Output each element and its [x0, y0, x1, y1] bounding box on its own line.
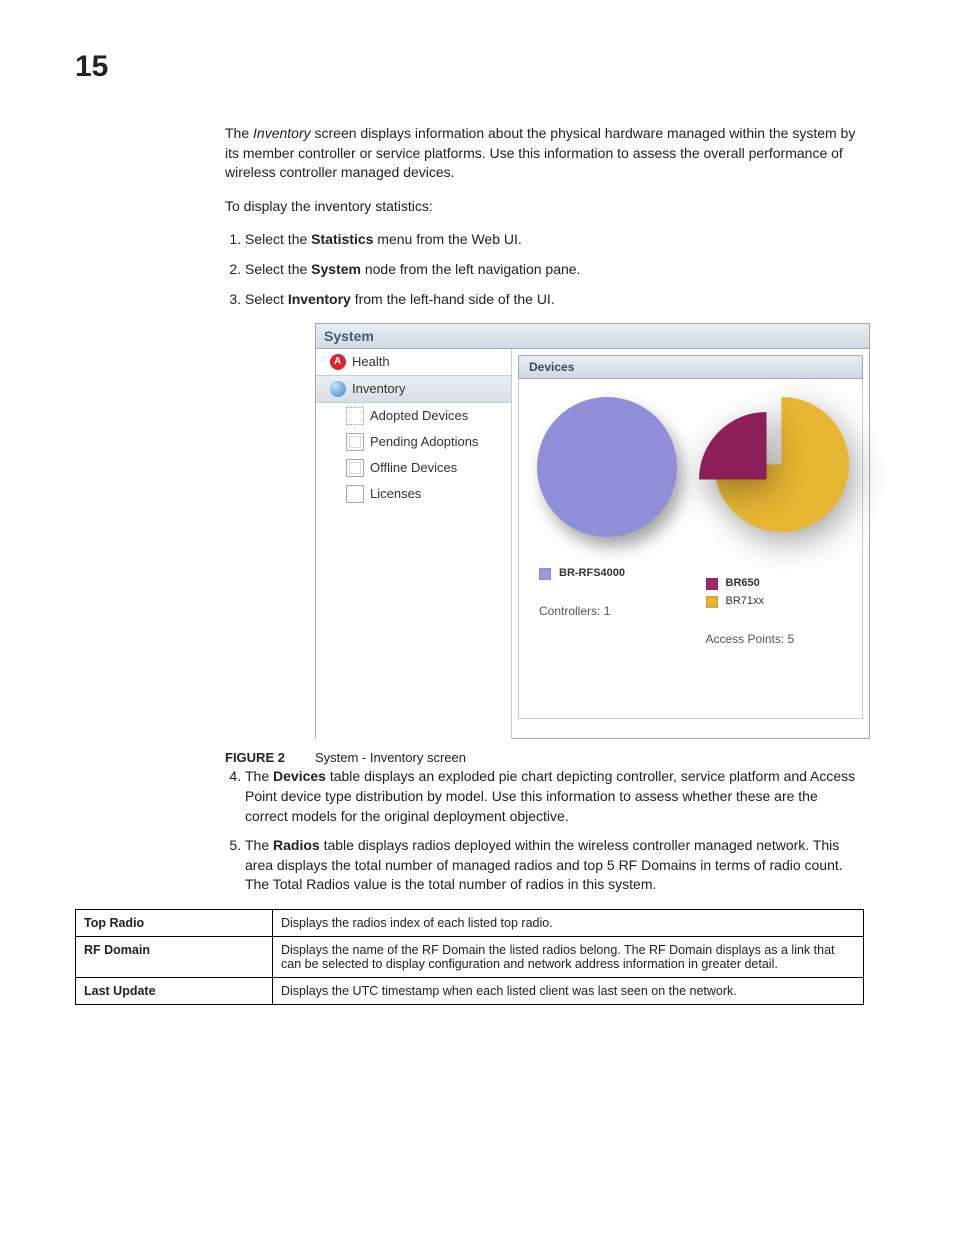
- field-name: RF Domain: [76, 936, 273, 977]
- step-item: Select the Statistics menu from the Web …: [245, 230, 864, 250]
- swatch-icon: [706, 578, 718, 590]
- controllers-count: Controllers: 1: [529, 603, 610, 620]
- table-row: RF Domain Displays the name of the RF Do…: [76, 936, 864, 977]
- heart-icon: [330, 354, 346, 370]
- sidebar-item-inventory[interactable]: Inventory: [316, 375, 511, 403]
- devices-panel-body: BR-RFS4000 Controllers: 1 BR65: [518, 379, 863, 719]
- table-row: Last Update Displays the UTC timestamp w…: [76, 977, 864, 1004]
- steps-list-a: Select the Statistics menu from the Web …: [245, 230, 864, 309]
- system-inventory-screenshot: System Health Inventory Adopted Devices …: [315, 323, 870, 739]
- step-item: The Radios table displays radios deploye…: [245, 836, 864, 895]
- aps-count: Access Points: 5: [696, 631, 795, 648]
- step-item: Select Inventory from the left-hand side…: [245, 290, 864, 310]
- pie-chart-aps: [699, 397, 849, 547]
- pie-chart-controllers: [537, 397, 677, 537]
- adopted-icon: [346, 407, 364, 425]
- legend-aps: BR650 BR71xx: [696, 575, 765, 611]
- field-name: Top Radio: [76, 909, 273, 936]
- table-row: Top Radio Displays the radios index of e…: [76, 909, 864, 936]
- figure-caption: FIGURE 2System - Inventory screen: [225, 749, 864, 767]
- aps-chart: BR650 BR71xx Access Points: 5: [696, 397, 853, 708]
- licenses-icon: [346, 485, 364, 503]
- pending-icon: [346, 433, 364, 451]
- sidebar-item-pending-adoptions[interactable]: Pending Adoptions: [316, 429, 511, 455]
- sidebar-item-licenses[interactable]: Licenses: [316, 481, 511, 507]
- offline-icon: [346, 459, 364, 477]
- step-item: Select the System node from the left nav…: [245, 260, 864, 280]
- panel-header: System: [316, 324, 869, 349]
- field-name: Last Update: [76, 977, 273, 1004]
- step-item: The Devices table displays an exploded p…: [245, 767, 864, 826]
- radios-field-table: Top Radio Displays the radios index of e…: [75, 909, 864, 1005]
- sidebar-item-health[interactable]: Health: [316, 349, 511, 375]
- steps-list-b: The Devices table displays an exploded p…: [245, 767, 864, 895]
- intro-paragraph: The Inventory screen displays informatio…: [225, 124, 864, 183]
- field-desc: Displays the name of the RF Domain the l…: [273, 936, 864, 977]
- pie-slice-br650: [699, 412, 834, 547]
- intro-lead: To display the inventory statistics:: [225, 197, 864, 217]
- swatch-icon: [539, 568, 551, 580]
- legend-controllers: BR-RFS4000: [529, 565, 625, 583]
- field-desc: Displays the UTC timestamp when each lis…: [273, 977, 864, 1004]
- swatch-icon: [706, 596, 718, 608]
- figure-screenshot: System Health Inventory Adopted Devices …: [315, 323, 864, 739]
- controllers-chart: BR-RFS4000 Controllers: 1: [529, 397, 686, 708]
- field-desc: Displays the radios index of each listed…: [273, 909, 864, 936]
- devices-panel-header: Devices: [518, 355, 863, 379]
- sidebar-item-adopted-devices[interactable]: Adopted Devices: [316, 403, 511, 429]
- sidebar-item-offline-devices[interactable]: Offline Devices: [316, 455, 511, 481]
- globe-icon: [330, 381, 346, 397]
- sidebar-nav: Health Inventory Adopted Devices Pending…: [316, 349, 512, 739]
- chapter-number: 15: [75, 50, 864, 84]
